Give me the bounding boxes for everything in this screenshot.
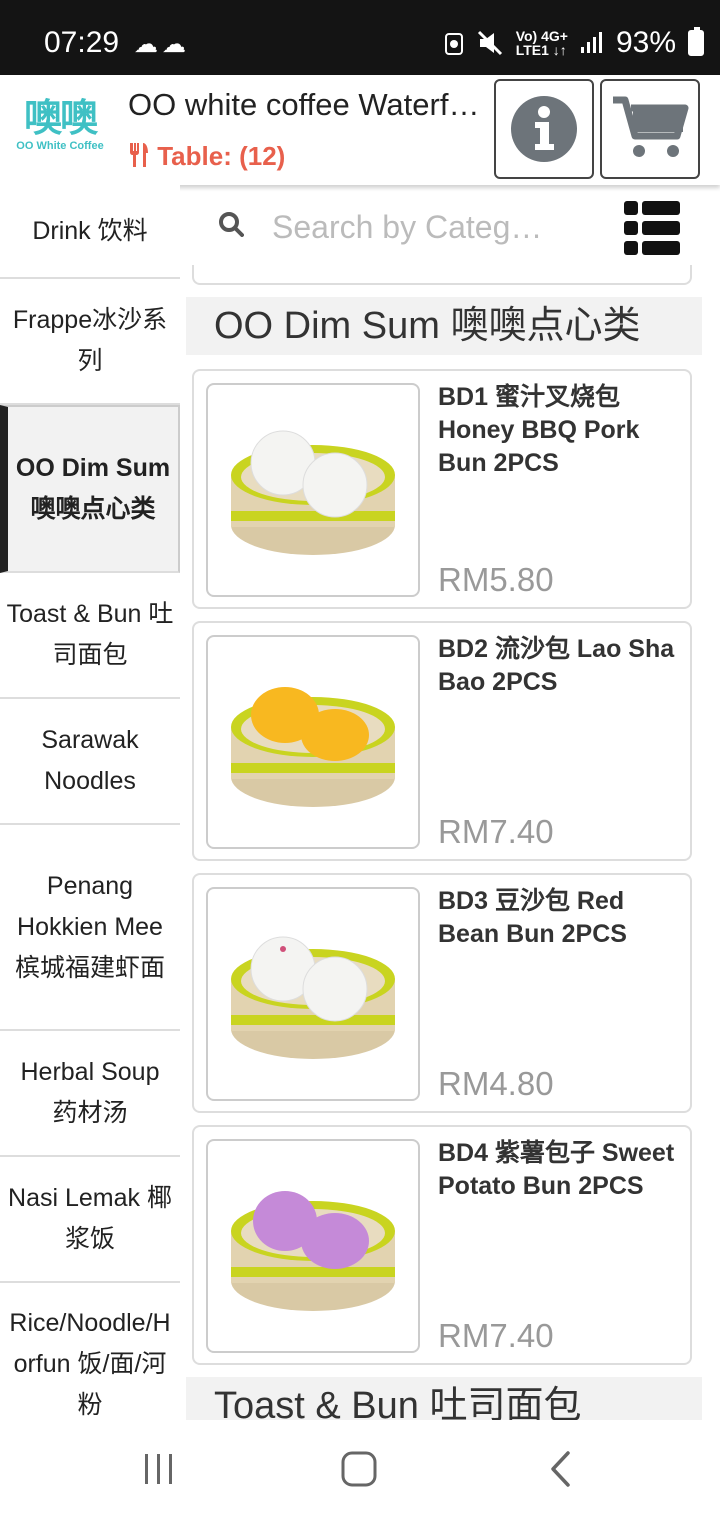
sidebar-item-label: Sarawak Noodles — [41, 726, 139, 795]
back-icon[interactable] — [548, 1450, 574, 1488]
sidebar-item-drink[interactable]: Drink 饮料 — [0, 185, 180, 279]
bun-steamer-image — [231, 936, 395, 1059]
status-time: 07:29 — [44, 26, 120, 59]
next-section-header: Toast & Bun 吐司面包 — [186, 1377, 702, 1420]
product-price: RM7.40 — [438, 1317, 554, 1354]
battery-icon — [688, 27, 704, 56]
network-top-text: Vo) 4G+ — [515, 28, 568, 44]
product-price: RM7.40 — [438, 813, 554, 850]
home-icon[interactable] — [340, 1450, 378, 1488]
sidebar-item-label: Rice/Noodle/Horfun 饭/面/河粉 — [9, 1309, 171, 1419]
product-card[interactable]: BD2 流沙包 Lao Sha Bao 2PCS RM7.40 — [192, 621, 692, 861]
product-card[interactable]: BD1 蜜汁叉烧包 Honey BBQ Pork Bun 2PCS RM5.80 — [192, 369, 692, 609]
menu-content: Search by Category OO Dim Sum 噢噢点心类 BD1 … — [186, 185, 720, 1420]
search-bar[interactable]: Search by Category — [186, 185, 720, 271]
sidebar-item-dim-sum[interactable]: OO Dim Sum 噢噢点心类 — [0, 405, 180, 573]
product-price: RM5.80 — [438, 561, 554, 598]
product-name: BD1 蜜汁叉烧包 Honey BBQ Pork Bun 2PCS — [438, 383, 640, 477]
product-image — [206, 1139, 420, 1353]
previous-card-edge — [192, 265, 692, 285]
cart-icon — [613, 96, 689, 157]
sidebar-item-label: OO Dim Sum 噢噢点心类 — [15, 454, 171, 523]
sidebar-item-toast-bun[interactable]: Toast & Bun 吐司面包 — [0, 573, 180, 699]
status-bar: 07:29 ☁☁ Vo) 4G+ LTE1 ↓↑ 93% — [0, 0, 720, 75]
list-view-icon[interactable] — [622, 199, 682, 259]
sidebar-item-label: Penang Hokkien Mee 槟城福建虾面 — [14, 871, 165, 982]
mute-icon — [477, 30, 502, 56]
info-button[interactable] — [494, 79, 594, 179]
app-header: 噢噢 OO White Coffee OO white coffee Water… — [0, 75, 720, 185]
product-image — [206, 887, 420, 1101]
cloud-icons: ☁☁ — [134, 31, 190, 58]
recent-apps-icon[interactable] — [142, 1452, 176, 1486]
bun-steamer-image — [231, 1191, 395, 1311]
product-image — [206, 383, 420, 597]
logo-glyph: 噢噢 — [23, 98, 98, 140]
sidebar-item-penang-hokkien-mee[interactable]: Penang Hokkien Mee 槟城福建虾面 — [0, 825, 180, 1031]
cart-button[interactable] — [600, 79, 700, 179]
recycle-icon — [444, 33, 463, 55]
store-title: OO white coffee Waterfront — [128, 87, 484, 122]
product-name: BD4 紫薯包子 Sweet Potato Bun 2PCS — [438, 1139, 675, 1200]
search-input[interactable]: Search by Category — [272, 209, 554, 246]
signal-icon — [580, 32, 602, 53]
product-name: BD3 豆沙包 Red Bean Bun 2PCS — [438, 887, 627, 948]
sidebar-item-label: Nasi Lemak 椰浆饭 — [8, 1184, 172, 1253]
sidebar-item-label: Drink 饮料 — [32, 216, 148, 245]
sidebar-item-nasi-lemak[interactable]: Nasi Lemak 椰浆饭 — [0, 1157, 180, 1283]
battery-percent: 93% — [615, 26, 676, 59]
info-icon — [511, 96, 577, 162]
sidebar-item-sarawak-noodles[interactable]: Sarawak Noodles — [0, 699, 180, 825]
logo-subtitle: OO White Coffee — [16, 140, 104, 152]
table-number: Table: (12) — [157, 141, 286, 171]
table-label: Table: (12) — [128, 141, 285, 172]
product-card[interactable]: BD4 紫薯包子 Sweet Potato Bun 2PCS RM7.40 — [192, 1125, 692, 1365]
search-icon — [219, 212, 244, 237]
category-sidebar: Drink 饮料 Frappe冰沙系列 OO Dim Sum 噢噢点心类 Toa… — [0, 185, 180, 1420]
sidebar-item-label: Toast & Bun 吐司面包 — [6, 600, 174, 669]
section-header: OO Dim Sum 噢噢点心类 — [186, 297, 702, 355]
brand-logo[interactable]: 噢噢 OO White Coffee — [10, 87, 110, 167]
bun-steamer-image — [231, 687, 395, 807]
status-right: Vo) 4G+ LTE1 ↓↑ 93% — [444, 26, 704, 60]
bun-steamer-image — [231, 430, 395, 555]
sidebar-item-label: Herbal Soup 药材汤 — [20, 1058, 160, 1127]
system-nav-bar — [0, 1420, 720, 1520]
network-indicator: Vo) 4G+ LTE1 ↓↑ — [516, 29, 568, 57]
product-card[interactable]: BD3 豆沙包 Red Bean Bun 2PCS RM4.80 — [192, 873, 692, 1113]
product-name: BD2 流沙包 Lao Sha Bao 2PCS — [438, 635, 675, 696]
sidebar-item-label: Frappe冰沙系列 — [12, 306, 168, 375]
sidebar-item-frappe[interactable]: Frappe冰沙系列 — [0, 279, 180, 405]
cutlery-icon — [130, 143, 148, 167]
sidebar-item-rice-noodle[interactable]: Rice/Noodle/Horfun 饭/面/河粉 — [0, 1283, 180, 1420]
product-price: RM4.80 — [438, 1065, 554, 1102]
product-image — [206, 635, 420, 849]
sidebar-item-herbal-soup[interactable]: Herbal Soup 药材汤 — [0, 1031, 180, 1157]
network-bottom-text: LTE1 ↓↑ — [515, 42, 567, 58]
